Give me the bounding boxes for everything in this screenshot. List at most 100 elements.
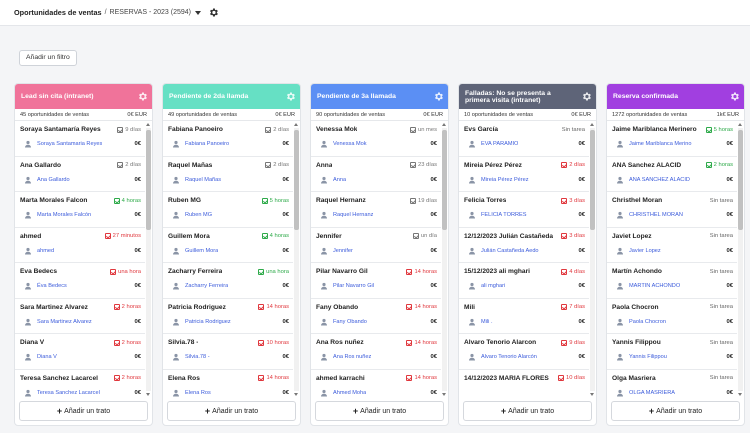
deal-card[interactable]: Alvaro Tenorio Alarcon 9 días Alvaro Tenor…	[459, 334, 589, 370]
deal-name[interactable]: Alvaro Tenorio Alarcon	[464, 339, 536, 346]
activity-status[interactable]: 4 horas	[113, 197, 141, 204]
activity-status[interactable]: 3 días	[561, 233, 585, 239]
deal-owner[interactable]: Javier Lopez	[616, 247, 661, 255]
checkbox-icon[interactable]	[104, 233, 111, 239]
scroll-down-arrow-icon[interactable]	[442, 393, 446, 396]
add-deal-button[interactable]: + Añadir un trato	[315, 401, 444, 421]
deal-owner[interactable]: OLGA MASRIERA	[616, 389, 675, 397]
activity-status[interactable]: 14 horas	[406, 339, 437, 346]
checkbox-icon[interactable]	[409, 197, 416, 204]
activity-status[interactable]: una hora	[258, 268, 289, 275]
deal-owner[interactable]: Ana Ros nuñez	[320, 353, 371, 361]
checkbox-icon[interactable]	[406, 304, 413, 310]
column-settings-gear-icon[interactable]	[581, 91, 592, 102]
deal-card[interactable]: Patricia Rodriguez 14 horas Patricia Rodri…	[163, 299, 293, 334]
checkbox-icon[interactable]	[561, 339, 568, 346]
activity-status[interactable]: 9 días	[117, 126, 141, 133]
deal-card[interactable]: ahmed 27 minutos ahmed 0€	[15, 228, 145, 263]
deal-card[interactable]: Christhel Moran Sin tarea CHRISTHEL MORAN 0…	[607, 192, 737, 228]
activity-status[interactable]: 2 días	[561, 162, 585, 168]
deal-owner[interactable]: Marta Morales Falcón	[24, 211, 91, 219]
activity-status[interactable]: 10 días	[557, 375, 585, 381]
deal-owner[interactable]: Zacharry Ferreira	[172, 282, 228, 290]
deal-card[interactable]: Martín Achondo Sin tarea MARTIN ACHONDO 0€	[607, 263, 737, 299]
card-list[interactable]: Soraya Santamaría Reyes 9 días Soraya Sant…	[15, 121, 145, 398]
activity-status[interactable]: 4 días	[561, 268, 585, 275]
activity-status[interactable]: 2 horas	[705, 162, 733, 168]
scrollbar[interactable]	[738, 123, 743, 396]
deal-owner[interactable]: MARTIN ACHONDO	[616, 282, 680, 290]
checkbox-icon[interactable]	[117, 126, 124, 133]
checkbox-icon[interactable]	[705, 162, 712, 168]
card-list[interactable]: Evs García Sin tarea EVA PARAMIO 0€ Mireia P…	[459, 121, 589, 398]
activity-status[interactable]: Sin tarea	[710, 269, 733, 275]
activity-status[interactable]: 23 días	[409, 162, 437, 168]
deal-owner[interactable]: Raquel Hernanz	[320, 211, 373, 219]
deal-name[interactable]: Anna	[316, 162, 332, 169]
deal-owner[interactable]: Elena Ros	[172, 389, 211, 397]
deal-card[interactable]: Raquel Hernanz 19 días Raquel Hernanz 0€	[311, 192, 441, 228]
deal-card[interactable]: Ana Ros nuñez 14 horas Ana Ros nuñez 0€	[311, 334, 441, 370]
checkbox-icon[interactable]	[258, 375, 265, 381]
activity-status[interactable]: 5 horas	[261, 197, 289, 204]
deal-name[interactable]: Yannis Filippou	[612, 339, 661, 346]
activity-status[interactable]: 2 horas	[113, 304, 141, 310]
deal-name[interactable]: Christhel Moran	[612, 197, 662, 204]
checkbox-icon[interactable]	[261, 197, 268, 204]
deal-owner[interactable]: FELICIA TORRES	[468, 211, 527, 219]
card-list[interactable]: Venessa Mok un mes Venessa Mok 0€ Anna 23 día…	[311, 121, 441, 398]
deal-owner[interactable]: Paola Chocron	[616, 318, 666, 326]
scroll-thumb[interactable]	[442, 130, 447, 230]
column-settings-gear-icon[interactable]	[285, 91, 296, 102]
scroll-down-arrow-icon[interactable]	[146, 393, 150, 396]
deal-owner[interactable]: Fany Obando	[320, 318, 367, 326]
deal-owner[interactable]: Pilar Navarro Gil	[320, 282, 374, 290]
activity-status[interactable]: Sin tarea	[562, 127, 585, 133]
activity-status[interactable]: 2 días	[117, 162, 141, 168]
deal-card[interactable]: Elena Ros 14 horas Elena Ros 0€	[163, 370, 293, 399]
deal-owner[interactable]: Anna	[320, 176, 346, 184]
deal-card[interactable]: Evs García Sin tarea EVA PARAMIO 0€	[459, 121, 589, 157]
deal-card[interactable]: Olga Masriera Sin tarea OLGA MASRIERA 0€	[607, 370, 737, 399]
deal-card[interactable]: Zacharry Ferreira una hora Zacharry Ferrei…	[163, 263, 293, 299]
deal-card[interactable]: Mili 7 días Mili . 0€	[459, 299, 589, 334]
deal-card[interactable]: Raquel Mañas 2 días Raquel Mañas 0€	[163, 157, 293, 192]
deal-owner[interactable]: Silvia.78 -	[172, 353, 210, 361]
checkbox-icon[interactable]	[406, 375, 413, 381]
deal-card[interactable]: Silvia.78 - 10 horas Silvia.78 - 0€	[163, 334, 293, 370]
checkbox-icon[interactable]	[265, 162, 272, 168]
deal-name[interactable]: Venessa Mok	[316, 126, 357, 133]
deal-card[interactable]: Ana Gallardo 2 días Ana Gallardo 0€	[15, 157, 145, 192]
deal-card[interactable]: Soraya Santamaría Reyes 9 días Soraya Sant…	[15, 121, 145, 157]
deal-name[interactable]: Silvia.78 -	[168, 339, 198, 346]
checkbox-icon[interactable]	[412, 233, 419, 239]
checkbox-icon[interactable]	[258, 268, 265, 275]
deal-card[interactable]: Felicia Torres 3 días FELICIA TORRES 0€	[459, 192, 589, 228]
checkbox-icon[interactable]	[113, 304, 120, 310]
deal-card[interactable]: Paola Chocron Sin tarea Paola Chocron 0€	[607, 299, 737, 334]
deal-name[interactable]: Paola Chocron	[612, 304, 659, 311]
checkbox-icon[interactable]	[561, 304, 568, 310]
add-deal-button[interactable]: + Añadir un trato	[611, 401, 740, 421]
deal-name[interactable]: Éva Bedecs	[20, 268, 57, 275]
activity-status[interactable]: 14 horas	[406, 304, 437, 310]
activity-status[interactable]: 14 horas	[406, 268, 437, 275]
deal-name[interactable]: Javiet Lopez	[612, 233, 652, 240]
checkbox-icon[interactable]	[557, 375, 564, 381]
deal-name[interactable]: Fabiana Panoeiro	[168, 126, 223, 133]
deal-owner[interactable]: Guillem Mora	[172, 247, 218, 255]
checkbox-icon[interactable]	[406, 268, 413, 275]
add-deal-button[interactable]: + Añadir un trato	[19, 401, 148, 421]
deal-owner[interactable]: Jennifer	[320, 247, 353, 255]
deal-owner[interactable]: ANA SANCHEZ ALACID	[616, 176, 690, 184]
deal-card[interactable]: 14/12/2023 MARIA FLORES 10 días	[459, 370, 589, 399]
deal-owner[interactable]: Fabiana Panoeiro	[172, 140, 229, 148]
deal-name[interactable]: Pilar Navarro Gil	[316, 268, 368, 275]
deal-card[interactable]: Teresa Sanchez Lacarcel 2 horas Teresa San…	[15, 370, 145, 399]
deal-card[interactable]: Jaime Mariblanca Merinero 5 horas Jaime Ma…	[607, 121, 737, 157]
activity-status[interactable]: 4 horas	[261, 233, 289, 239]
scroll-thumb[interactable]	[738, 130, 743, 230]
scroll-up-arrow-icon[interactable]	[442, 123, 446, 126]
activity-status[interactable]: 3 días	[561, 197, 585, 204]
card-list[interactable]: Fabiana Panoeiro 2 días Fabiana Panoeiro 0€…	[163, 121, 293, 398]
